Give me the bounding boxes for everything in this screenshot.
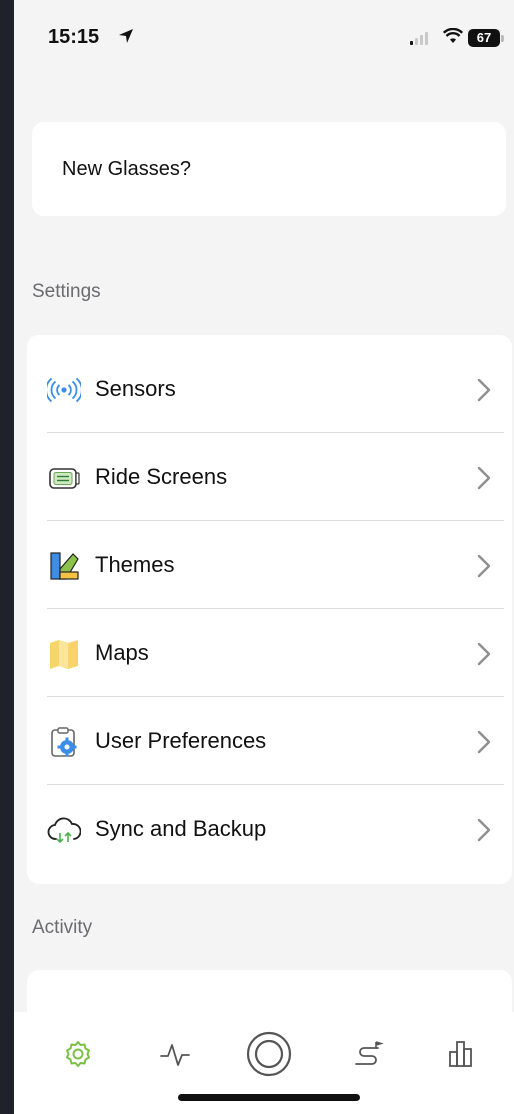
chevron-right-icon: [477, 818, 491, 842]
wifi-icon: [443, 28, 463, 43]
settings-item-sensors[interactable]: Sensors: [27, 345, 512, 433]
battery-cap: [501, 35, 504, 42]
battery-icon: 67: [468, 29, 500, 47]
user-preferences-icon: [51, 727, 77, 757]
activity-section-label: Activity: [32, 917, 93, 938]
sensors-icon: [47, 377, 81, 403]
settings-item-sync-backup[interactable]: Sync and Backup: [27, 785, 512, 873]
chevron-right-icon: [477, 378, 491, 402]
settings-item-themes[interactable]: Themes: [27, 521, 512, 609]
app-screen: 15:15 67 New Glasses? Settings Sensors R…: [14, 0, 514, 1114]
tab-stats-bars-icon[interactable]: [441, 1034, 481, 1074]
settings-item-user-preferences[interactable]: User Preferences: [27, 697, 512, 785]
chevron-right-icon: [477, 730, 491, 754]
chevron-right-icon: [477, 642, 491, 666]
tab-activity-pulse-icon[interactable]: [155, 1034, 195, 1074]
sensors-label: Sensors: [95, 376, 176, 401]
chevron-right-icon: [477, 554, 491, 578]
chevron-right-icon: [477, 466, 491, 490]
tab-settings-gear-icon[interactable]: [58, 1034, 98, 1074]
ride-screens-icon: [49, 468, 80, 489]
maps-icon: [50, 640, 78, 669]
settings-item-ride-screens[interactable]: Ride Screens: [27, 433, 512, 521]
maps-label: Maps: [95, 640, 149, 665]
new-glasses-card[interactable]: New Glasses?: [32, 122, 506, 216]
tab-routes-icon[interactable]: [348, 1034, 388, 1074]
user-preferences-label: User Preferences: [95, 728, 267, 753]
location-arrow-icon: [119, 29, 133, 43]
settings-section-label: Settings: [32, 281, 101, 302]
sync-backup-icon: [47, 817, 81, 844]
home-indicator: [178, 1094, 360, 1101]
cellular-signal-icon: [410, 32, 428, 45]
status-time: 15:15: [48, 26, 100, 48]
tab-record-ring-icon[interactable]: [243, 1028, 295, 1080]
status-bar: 15:15 67: [14, 0, 514, 70]
settings-item-maps[interactable]: Maps: [27, 609, 512, 697]
themes-icon: [50, 552, 79, 580]
settings-list: Sensors Ride Screens Themes Maps User Pr…: [27, 335, 512, 884]
themes-label: Themes: [95, 552, 175, 577]
new-glasses-text: New Glasses?: [62, 158, 191, 180]
ride-screens-label: Ride Screens: [95, 464, 228, 489]
sync-backup-label: Sync and Backup: [95, 816, 267, 841]
